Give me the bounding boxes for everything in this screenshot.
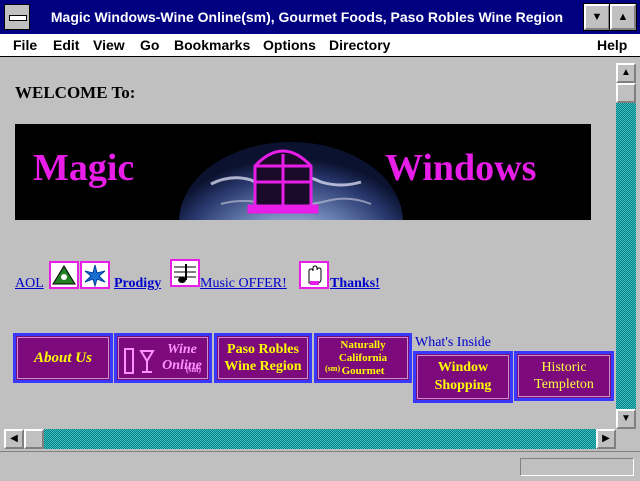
naturally-sm: (sm) (325, 364, 341, 373)
prodigy-link[interactable]: Prodigy (114, 276, 161, 292)
banner-word-left: Magic (33, 147, 135, 189)
wine-glass-icon (124, 348, 155, 374)
menu-bar: File Edit View Go Bookmarks Options Dire… (0, 34, 640, 57)
menu-options[interactable]: Options (263, 37, 316, 53)
wine-online-sm: (sm) (185, 365, 201, 374)
menu-edit[interactable]: Edit (53, 37, 79, 53)
horizontal-scroll-thumb[interactable] (24, 429, 44, 449)
arrow-up-icon[interactable]: ▲ (616, 63, 636, 83)
thanks-link[interactable]: Thanks! (330, 276, 380, 292)
window-shopping-button[interactable]: Window Shopping (413, 351, 513, 403)
whats-inside-label: What's Inside (415, 335, 492, 350)
status-bar (0, 451, 640, 481)
naturally-california-button[interactable]: Naturally California Gourmet (sm) (314, 333, 412, 383)
hand-icon[interactable] (299, 261, 329, 289)
title-bar[interactable]: Magic Windows-Wine Online(sm), Gourmet F… (0, 0, 640, 34)
paso-robles-button[interactable]: Paso Robles Wine Region (214, 333, 312, 383)
historic-templeton-button[interactable]: Historic Templeton (514, 351, 614, 401)
arrow-down-icon[interactable]: ▼ (616, 409, 636, 429)
page-content: WELCOME To: Magic Windows AOL Prodigy Mu… (4, 63, 616, 429)
paso-robles-label: Paso Robles Wine Region (224, 342, 302, 374)
aol-triangle-icon[interactable] (49, 261, 79, 289)
music-offer-link[interactable]: Music OFFER! (200, 276, 287, 292)
menu-file[interactable]: File (13, 37, 37, 53)
window-title: Magic Windows-Wine Online(sm), Gourmet F… (50, 9, 564, 25)
arrow-left-icon[interactable]: ◀ (4, 429, 24, 449)
welcome-heading: WELCOME To: (15, 83, 136, 102)
menu-bookmarks[interactable]: Bookmarks (174, 37, 250, 53)
vertical-scrollbar[interactable]: ▲ ▼ (616, 63, 636, 429)
banner-word-right: Windows (385, 147, 537, 189)
arrow-right-icon[interactable]: ▶ (596, 429, 616, 449)
menu-help[interactable]: Help (597, 37, 627, 53)
system-menu-icon[interactable] (4, 4, 30, 30)
minimize-icon[interactable]: ▼ (583, 3, 611, 31)
scroll-corner (616, 429, 636, 449)
aol-link[interactable]: AOL (15, 276, 44, 292)
scroll-thumb[interactable] (616, 83, 636, 103)
about-us-button[interactable]: About Us (13, 333, 113, 383)
music-note-icon[interactable] (170, 259, 200, 287)
maximize-icon[interactable]: ▲ (609, 3, 637, 31)
prodigy-star-icon[interactable] (80, 261, 110, 289)
menu-go[interactable]: Go (140, 37, 159, 53)
historic-templeton-label: Historic Templeton (534, 360, 594, 392)
wine-online-button[interactable]: Wine Online (sm) (114, 333, 212, 383)
window-shopping-label: Window Shopping (434, 360, 492, 393)
window-icon (247, 149, 319, 214)
menu-directory[interactable]: Directory (329, 37, 390, 53)
menu-view[interactable]: View (93, 37, 125, 53)
magic-windows-banner[interactable]: Magic Windows (15, 124, 591, 220)
about-us-label: About Us (34, 350, 92, 366)
horizontal-scrollbar[interactable]: ◀ ▶ (4, 429, 616, 449)
status-field (520, 458, 634, 476)
